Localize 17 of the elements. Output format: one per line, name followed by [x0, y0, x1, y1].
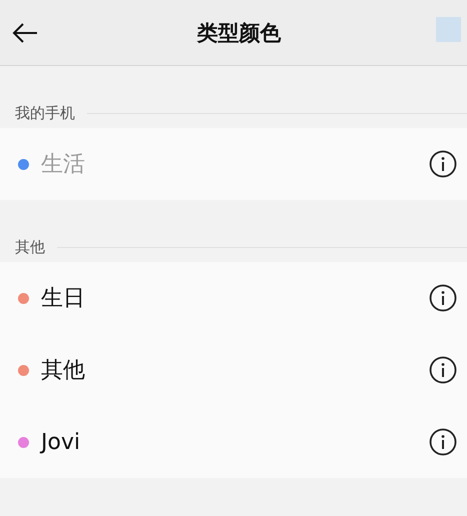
- info-button[interactable]: [429, 428, 457, 456]
- info-icon: [429, 356, 457, 384]
- type-name: 生活: [41, 151, 86, 179]
- info-button[interactable]: [429, 150, 457, 178]
- info-button[interactable]: [429, 356, 457, 384]
- page-title: 类型颜色: [197, 20, 281, 46]
- type-name: 其他: [41, 357, 86, 385]
- back-arrow-icon: [12, 22, 38, 42]
- info-icon: [429, 150, 457, 178]
- section-label: 我的手机: [15, 104, 75, 122]
- type-name: Jovi: [41, 430, 82, 454]
- type-name: 生日: [41, 285, 86, 313]
- info-icon: [429, 428, 457, 456]
- section-label: 其他: [15, 238, 45, 256]
- info-button[interactable]: [429, 284, 457, 312]
- square-icon: [436, 17, 461, 42]
- info-icon: [429, 284, 457, 312]
